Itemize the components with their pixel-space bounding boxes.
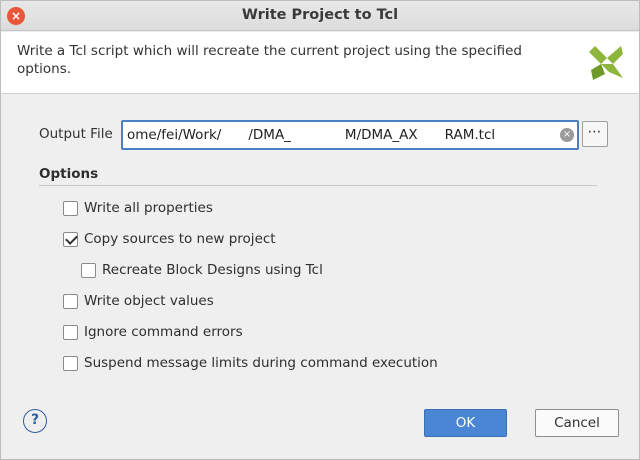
vivado-logo-icon <box>589 46 623 80</box>
option-label: Ignore command errors <box>84 324 243 340</box>
dialog-title: Write Project to Tcl <box>241 7 399 23</box>
option-label: Copy sources to new project <box>84 231 276 247</box>
clear-icon[interactable]: × <box>560 128 574 142</box>
options-divider <box>39 185 597 186</box>
option-copy-sources[interactable]: Copy sources to new project <box>63 230 276 248</box>
checkbox[interactable] <box>63 355 78 371</box>
browse-button[interactable]: ⋯ <box>582 121 608 147</box>
option-recreate-block-designs[interactable]: Recreate Block Designs using Tcl <box>81 261 323 279</box>
checkbox[interactable] <box>63 324 78 340</box>
checkbox[interactable] <box>63 293 78 309</box>
checkbox-checked[interactable] <box>63 231 78 247</box>
options-heading: Options <box>39 166 99 182</box>
option-label: Write object values <box>84 293 214 309</box>
checkbox[interactable] <box>63 200 78 216</box>
option-suspend-message-limits[interactable]: Suspend message limits during command ex… <box>63 354 438 372</box>
cancel-button[interactable]: Cancel <box>535 409 619 437</box>
option-write-all-properties[interactable]: Write all properties <box>63 199 213 217</box>
checkbox[interactable] <box>81 262 96 278</box>
option-label: Recreate Block Designs using Tcl <box>102 262 323 278</box>
ok-button[interactable]: OK <box>424 409 507 437</box>
title-bar: × Write Project to Tcl <box>1 1 639 31</box>
option-label: Suspend message limits during command ex… <box>84 355 438 371</box>
output-file-input[interactable] <box>123 122 563 148</box>
help-icon[interactable]: ? <box>23 409 47 433</box>
option-ignore-command-errors[interactable]: Ignore command errors <box>63 323 243 341</box>
output-file-field[interactable]: × <box>121 120 579 150</box>
option-write-object-values[interactable]: Write object values <box>63 292 214 310</box>
dialog-description: Write a Tcl script which will recreate t… <box>17 43 522 77</box>
output-file-label: Output File <box>39 126 113 142</box>
dialog-window: × Write Project to Tcl Write a Tcl scrip… <box>0 0 640 460</box>
dialog-header: Write a Tcl script which will recreate t… <box>1 32 639 94</box>
option-label: Write all properties <box>84 200 213 216</box>
